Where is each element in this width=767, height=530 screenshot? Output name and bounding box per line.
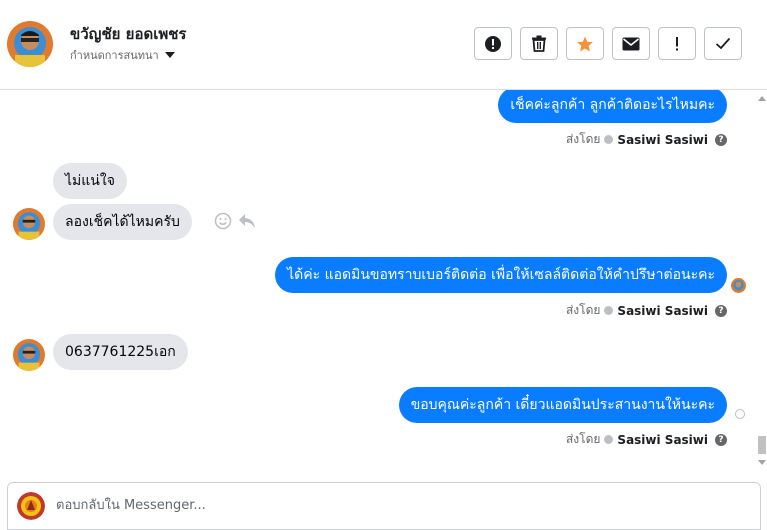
caret-down-icon: [164, 52, 175, 58]
outgoing-message[interactable]: เช็คค่ะลูกค้า ลูกค้าติดอะไรไหมคะ: [498, 90, 727, 123]
sent-by-line: ส่งโดย Sasiwi Sasiwi ?: [566, 130, 727, 149]
action-toolbar: [474, 27, 742, 60]
outgoing-message[interactable]: ได้ค่ะ แอดมินขอทราบเบอร์ติดต่อ เพื่อให้เ…: [275, 257, 727, 293]
mark-unread-button[interactable]: [612, 27, 650, 60]
sent-by-line: ส่งโดย Sasiwi Sasiwi ?: [566, 430, 727, 449]
done-button[interactable]: [704, 27, 742, 60]
outgoing-message[interactable]: ขอบคุณค่ะลูกค้า เดี๋ยวแอดมินประสานงานให้…: [398, 387, 727, 423]
sender-name[interactable]: Sasiwi Sasiwi: [617, 304, 708, 318]
incoming-message[interactable]: ไม่แน่ใจ: [53, 163, 127, 199]
sent-by-line: ส่งโดย Sasiwi Sasiwi ?: [566, 301, 727, 320]
sent-by-prefix: ส่งโดย: [565, 303, 601, 317]
incoming-message[interactable]: 0637761225เอก: [53, 334, 188, 370]
trash-icon: [532, 35, 546, 52]
reply-composer: [7, 482, 761, 530]
reply-icon[interactable]: [238, 213, 256, 229]
scroll-up-arrow-icon[interactable]: [758, 96, 766, 101]
message-thread[interactable]: เช็คค่ะลูกค้า ลูกค้าติดอะไรไหมคะ ส่งโดย …: [0, 90, 767, 471]
incoming-message[interactable]: ลองเช็คได้ไหมครับ: [53, 204, 192, 240]
assign-label: กำหนดการสนทนา: [70, 49, 159, 62]
exclamation-icon: [676, 36, 678, 50]
scroll-down-arrow-icon[interactable]: [758, 460, 766, 465]
message-tools: [214, 212, 256, 230]
exclamation-circle-icon: [485, 35, 501, 52]
reply-input[interactable]: [56, 491, 746, 519]
conversation-header: ขวัญชัย ยอดเพชร กำหนดการสนทนา: [0, 0, 767, 90]
sent-by-prefix: ส่งโดย: [565, 132, 601, 146]
help-icon[interactable]: ?: [715, 304, 727, 317]
help-icon[interactable]: ?: [715, 133, 727, 146]
verified-icon: [604, 306, 614, 315]
sender-name[interactable]: Sasiwi Sasiwi: [617, 433, 708, 447]
page-avatar: [17, 492, 45, 520]
envelope-icon: [622, 37, 640, 50]
star-button[interactable]: [566, 27, 604, 60]
smiley-icon[interactable]: [214, 212, 232, 230]
contact-name[interactable]: ขวัญชัย ยอดเพชร: [70, 22, 186, 46]
contact-avatar[interactable]: [7, 21, 53, 67]
delivered-status-icon: [735, 409, 745, 419]
sender-name[interactable]: Sasiwi Sasiwi: [617, 133, 708, 147]
assign-conversation-dropdown[interactable]: กำหนดการสนทนา: [70, 46, 175, 64]
delete-button[interactable]: [520, 27, 558, 60]
spam-button[interactable]: [474, 27, 512, 60]
contact-avatar-small[interactable]: [13, 208, 45, 240]
read-receipt-avatar: [731, 278, 746, 293]
thread-scrollbar[interactable]: [757, 90, 767, 471]
contact-avatar-small[interactable]: [13, 339, 45, 371]
scrollbar-thumb[interactable]: [758, 436, 766, 454]
follow-up-button[interactable]: [658, 27, 696, 60]
star-icon: [577, 36, 593, 51]
sent-by-prefix: ส่งโดย: [565, 432, 601, 446]
help-icon[interactable]: ?: [715, 433, 727, 446]
checkmark-icon: [715, 37, 731, 50]
verified-icon: [604, 435, 614, 444]
verified-icon: [604, 135, 614, 144]
